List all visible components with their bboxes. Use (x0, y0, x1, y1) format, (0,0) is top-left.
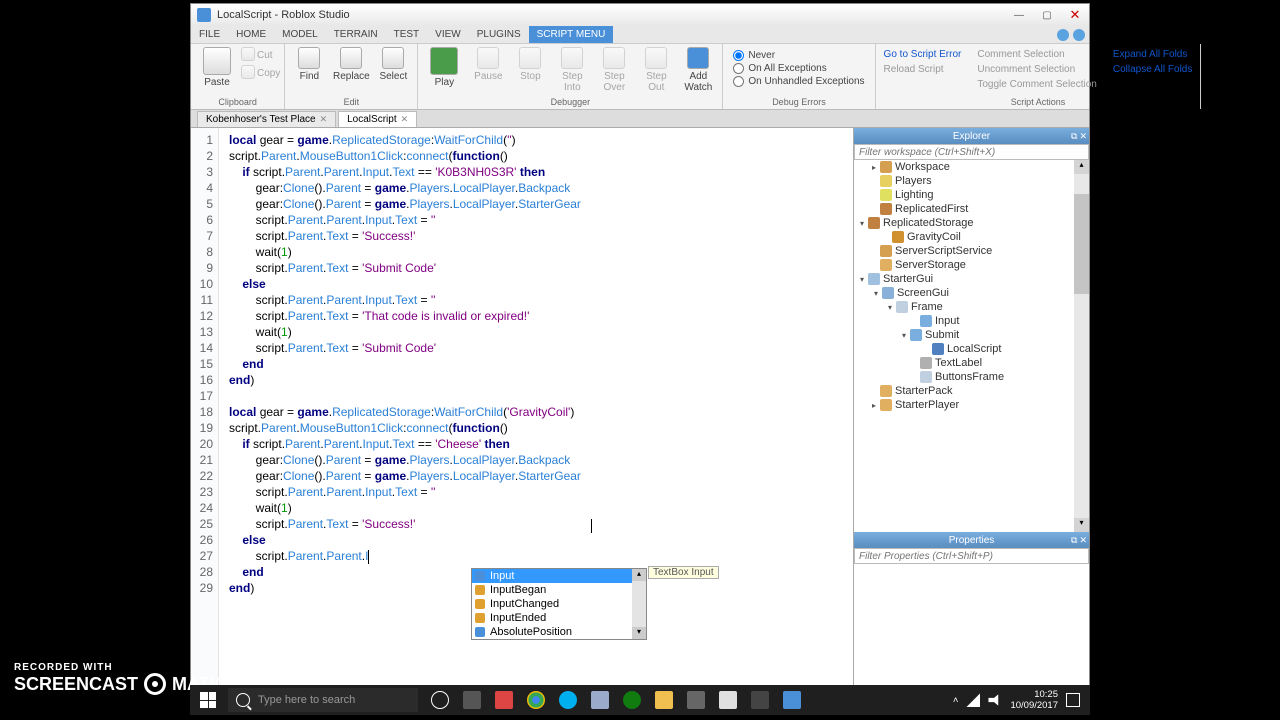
stop-button[interactable]: Stop (510, 47, 550, 93)
scrollbar[interactable]: ▴▾ (632, 569, 646, 639)
notepad-icon[interactable] (586, 686, 614, 714)
volume-icon[interactable] (988, 693, 1002, 707)
xbox-icon[interactable] (618, 686, 646, 714)
allexc-radio[interactable]: On All Exceptions (727, 62, 870, 75)
taskview-icon[interactable] (458, 686, 486, 714)
ac-item[interactable]: InputChanged (472, 597, 646, 611)
line-gutter: 1234567891011121314151617181920212223242… (191, 128, 219, 692)
store-icon[interactable] (682, 686, 710, 714)
select-button[interactable]: Select (373, 47, 413, 82)
unhandled-radio[interactable]: On Unhandled Exceptions (727, 75, 870, 88)
help-icon[interactable] (1073, 29, 1085, 41)
menu-bar: FILE HOME MODEL TERRAIN TEST VIEW PLUGIN… (191, 26, 1089, 44)
uncomment-link[interactable]: Uncomment Selection (969, 62, 1105, 77)
side-panels: Explorer⧉✕ ▸Workspace Players Lighting R… (853, 128, 1089, 692)
collapse-link[interactable]: Collapse All Folds (1105, 62, 1200, 77)
titlebar: LocalScript - Roblox Studio — ▢ ✕ (191, 4, 1089, 26)
network-icon[interactable] (966, 693, 980, 707)
tab-place[interactable]: Kobenhoser's Test Place✕ (197, 111, 336, 127)
pause-button[interactable]: Pause (468, 47, 508, 93)
document-tabs: Kobenhoser's Test Place✕ LocalScript✕ (191, 110, 1089, 128)
cortana-icon[interactable] (426, 686, 454, 714)
cut-button[interactable]: Cut (241, 47, 280, 63)
addwatch-button[interactable]: Add Watch (678, 47, 718, 93)
menu-model[interactable]: MODEL (274, 29, 326, 40)
explorer-tree[interactable]: ▸Workspace Players Lighting ReplicatedFi… (854, 160, 1089, 532)
replace-button[interactable]: Replace (331, 47, 371, 82)
autocomplete-tooltip: TextBox Input (648, 566, 719, 579)
system-tray[interactable]: ˄ 10:2510/09/2017 (953, 689, 1090, 711)
close-icon[interactable]: ✕ (1079, 535, 1087, 546)
ac-item[interactable]: Input (472, 569, 646, 583)
stepout-button[interactable]: Step Out (636, 47, 676, 93)
copy-button[interactable]: Copy (241, 65, 280, 81)
taskbar-search[interactable]: Type here to search (228, 688, 418, 712)
goto-error-link[interactable]: Go to Script Error (876, 47, 970, 62)
stepinto-button[interactable]: Step Into (552, 47, 592, 93)
maximize-button[interactable]: ▢ (1033, 4, 1061, 26)
skype-icon[interactable] (554, 686, 582, 714)
roblox-icon[interactable] (778, 686, 806, 714)
dock-icon[interactable]: ⧉ (1071, 535, 1077, 546)
ac-item[interactable]: InputBegan (472, 583, 646, 597)
close-icon[interactable]: ✕ (320, 114, 328, 125)
close-icon[interactable]: ✕ (1079, 131, 1087, 142)
menu-home[interactable]: HOME (228, 29, 274, 40)
paste-button[interactable]: Paste (195, 47, 239, 88)
close-icon[interactable]: ✕ (401, 114, 409, 125)
togglecomment-link[interactable]: Toggle Comment Selection (969, 77, 1105, 92)
ribbon: Paste Cut Copy Clipboard Find Replace Se… (191, 44, 1089, 110)
window-title: LocalScript - Roblox Studio (217, 9, 350, 21)
ac-item[interactable]: InputEnded (472, 611, 646, 625)
scrollbar[interactable]: ▴▾ (1074, 160, 1089, 532)
notifications-icon[interactable] (1066, 693, 1080, 707)
tab-localscript[interactable]: LocalScript✕ (338, 111, 417, 127)
explorer-header: Explorer⧉✕ (854, 128, 1089, 144)
code-editor[interactable]: 1234567891011121314151617181920212223242… (191, 128, 853, 692)
stepover-button[interactable]: Step Over (594, 47, 634, 93)
ac-item[interactable]: AbsolutePosition (472, 625, 646, 639)
search-icon (236, 693, 250, 707)
menu-scriptmenu[interactable]: SCRIPT MENU (529, 26, 614, 43)
explorer-icon[interactable] (650, 686, 678, 714)
expand-link[interactable]: Expand All Folds (1105, 47, 1200, 62)
text-cursor (591, 519, 592, 533)
chrome-icon[interactable] (522, 686, 550, 714)
menu-terrain[interactable]: TERRAIN (326, 29, 386, 40)
comment-link[interactable]: Comment Selection (969, 47, 1105, 62)
close-button[interactable]: ✕ (1061, 4, 1089, 26)
autocomplete-popup[interactable]: Input InputBegan InputChanged InputEnded… (471, 568, 647, 640)
menu-view[interactable]: VIEW (427, 29, 469, 40)
app-window: LocalScript - Roblox Studio — ▢ ✕ FILE H… (190, 3, 1090, 693)
menu-plugins[interactable]: PLUGINS (469, 29, 529, 40)
reload-link[interactable]: Reload Script (876, 62, 970, 77)
play-button[interactable]: Play (422, 47, 466, 93)
properties-body (854, 564, 1089, 692)
properties-filter[interactable] (854, 548, 1089, 564)
find-button[interactable]: Find (289, 47, 329, 82)
app-icon[interactable] (746, 686, 774, 714)
properties-header: Properties⧉✕ (854, 532, 1089, 548)
dock-icon[interactable]: ⧉ (1071, 131, 1077, 142)
app-icon[interactable] (490, 686, 518, 714)
taskbar: Type here to search ˄ 10:2510/09/2017 (190, 685, 1090, 715)
upgrade-icon[interactable] (1057, 29, 1069, 41)
start-button[interactable] (190, 685, 226, 715)
never-radio[interactable]: Never (727, 49, 870, 62)
menu-test[interactable]: TEST (386, 29, 428, 40)
app-icon (197, 8, 211, 22)
explorer-filter[interactable] (854, 144, 1089, 160)
minimize-button[interactable]: — (1005, 4, 1033, 26)
mail-icon[interactable] (714, 686, 742, 714)
menu-file[interactable]: FILE (191, 29, 228, 40)
chevron-up-icon[interactable]: ˄ (953, 695, 959, 706)
